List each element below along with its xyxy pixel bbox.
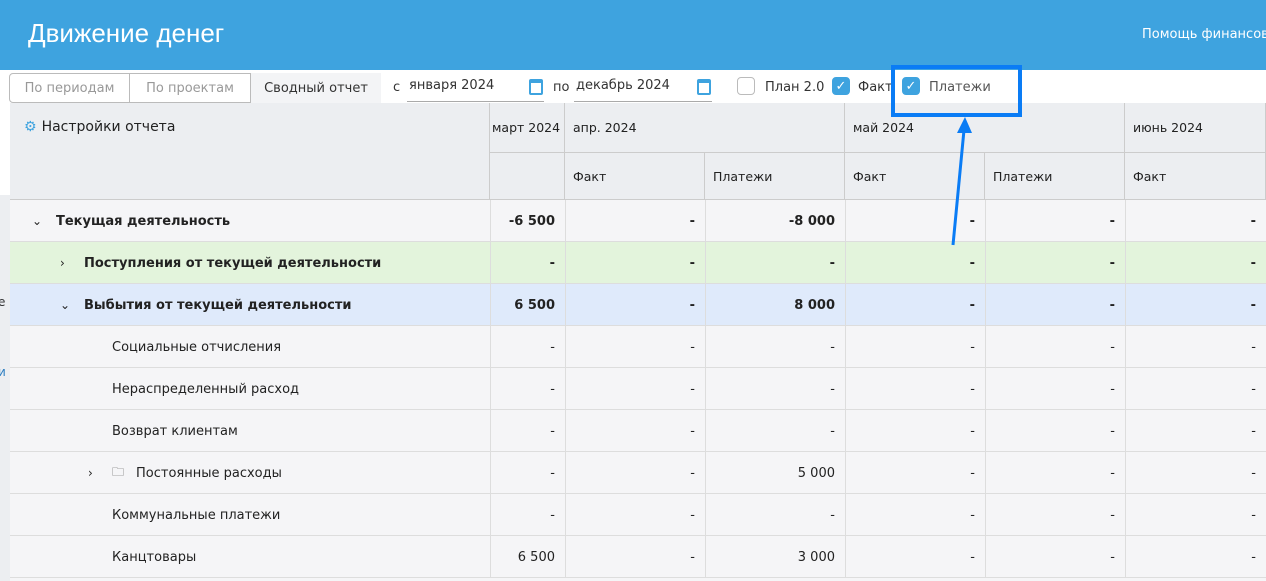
annotation-arrow: [951, 117, 972, 246]
annotation-highlight-box: [891, 65, 1022, 117]
